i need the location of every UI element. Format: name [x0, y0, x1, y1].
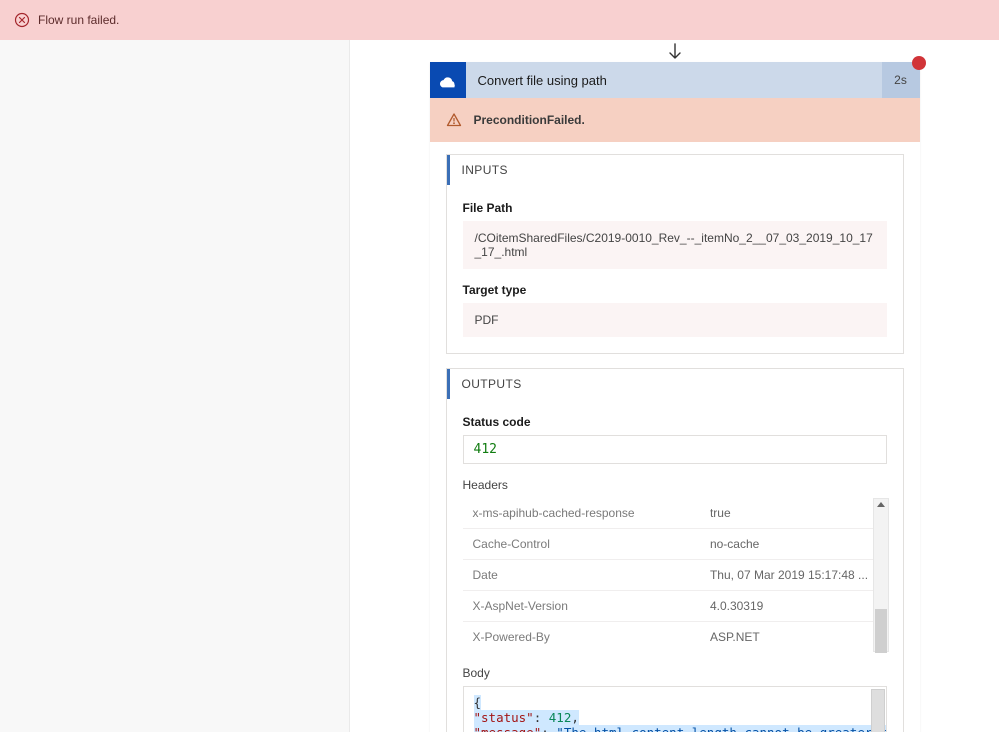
action-title: Convert file using path — [466, 62, 882, 98]
outputs-section-title: OUTPUTS — [447, 369, 903, 399]
scrollbar-thumb[interactable] — [875, 609, 887, 653]
headers-table-wrap: x-ms-apihub-cached-responsetrue Cache-Co… — [463, 498, 887, 652]
header-value: no-cache — [700, 529, 887, 560]
precondition-failed-banner: PreconditionFailed. — [430, 98, 920, 142]
precondition-failed-text: PreconditionFailed. — [474, 113, 585, 127]
json-line: { — [474, 695, 876, 710]
inputs-section: INPUTS File Path /COitemSharedFiles/C201… — [446, 154, 904, 354]
outputs-section: OUTPUTS Status code 412 Headers x-ms-api… — [446, 368, 904, 732]
headers-scrollbar[interactable] — [873, 498, 889, 652]
header-name: x-ms-apihub-cached-response — [463, 498, 700, 529]
workspace: Convert file using path 2s PreconditionF… — [0, 40, 999, 732]
flow-run-failed-banner: Flow run failed. — [0, 0, 999, 40]
error-badge-icon — [912, 56, 926, 70]
header-value: ASP.NET — [700, 622, 887, 653]
scroll-up-icon[interactable] — [877, 502, 885, 507]
table-row: X-Powered-ByASP.NET — [463, 622, 887, 653]
action-card[interactable]: Convert file using path 2s PreconditionF… — [430, 62, 920, 732]
target-type-value: PDF — [463, 303, 887, 337]
warning-triangle-icon — [446, 112, 462, 128]
file-path-label: File Path — [463, 201, 887, 215]
inputs-section-title: INPUTS — [447, 155, 903, 185]
header-name: Cache-Control — [463, 529, 700, 560]
table-row: Cache-Controlno-cache — [463, 529, 887, 560]
details-panel: INPUTS File Path /COitemSharedFiles/C201… — [430, 142, 920, 732]
error-circle-icon — [14, 12, 30, 28]
table-row: x-ms-apihub-cached-responsetrue — [463, 498, 887, 529]
table-row: X-AspNet-Version4.0.30319 — [463, 591, 887, 622]
left-panel — [0, 40, 350, 732]
headers-table: x-ms-apihub-cached-responsetrue Cache-Co… — [463, 498, 887, 652]
header-value: Thu, 07 Mar 2019 15:17:48 ... — [700, 560, 887, 591]
body-json-box[interactable]: { "status": 412, "message": "The html co… — [463, 686, 887, 732]
json-line: "status": 412, — [474, 710, 876, 725]
header-name: X-AspNet-Version — [463, 591, 700, 622]
table-row: DateThu, 07 Mar 2019 15:17:48 ... — [463, 560, 887, 591]
header-name: Date — [463, 560, 700, 591]
banner-text: Flow run failed. — [38, 13, 119, 27]
status-code-label: Status code — [463, 415, 887, 429]
file-path-value: /COitemSharedFiles/C2019-0010_Rev_--_ite… — [463, 221, 887, 269]
header-value: true — [700, 498, 887, 529]
header-name: X-Powered-By — [463, 622, 700, 653]
action-header[interactable]: Convert file using path 2s — [430, 62, 920, 98]
body-label: Body — [463, 666, 887, 680]
status-code-value[interactable]: 412 — [463, 435, 887, 464]
arrow-down-icon — [665, 42, 685, 62]
headers-label: Headers — [463, 478, 887, 492]
header-value: 4.0.30319 — [700, 591, 887, 622]
flow-canvas: Convert file using path 2s PreconditionF… — [350, 40, 999, 732]
json-line: "message": "The html content length cann… — [474, 725, 876, 732]
body-scrollbar-thumb[interactable] — [871, 689, 885, 732]
onedrive-icon — [430, 62, 466, 98]
target-type-label: Target type — [463, 283, 887, 297]
